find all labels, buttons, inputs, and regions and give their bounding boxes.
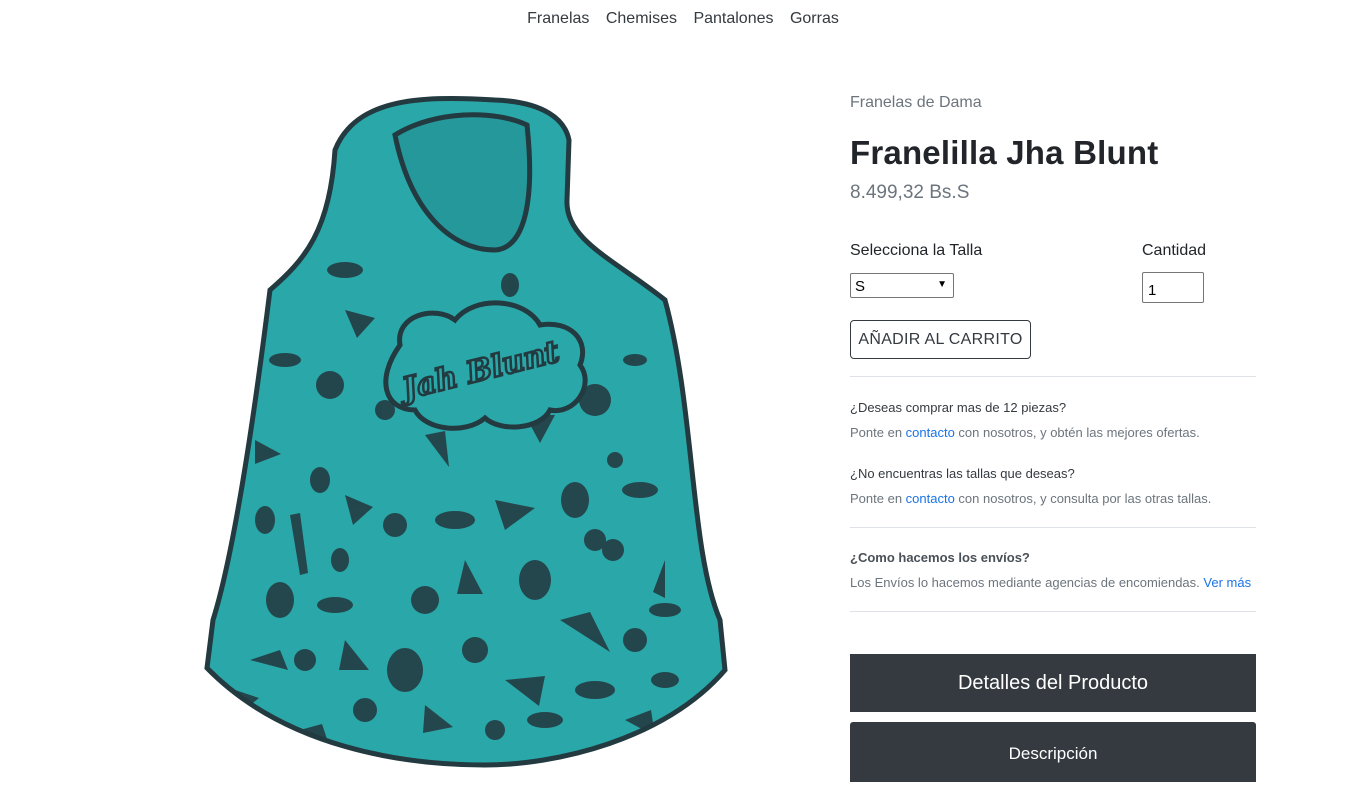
sizes-question: ¿No encuentras las tallas que deseas?	[850, 466, 1075, 481]
shipping-question: ¿Como hacemos los envíos?	[850, 550, 1030, 565]
contact-link-sizes[interactable]: contacto	[906, 491, 955, 506]
bulk-answer-suffix: con nosotros, y obtén las mejores oferta…	[954, 425, 1200, 440]
sizes-answer-suffix: con nosotros, y consulta por las otras t…	[954, 491, 1212, 506]
product-price: 8.499,32 Bs.S	[850, 182, 970, 203]
bulk-answer: Ponte en contacto con nosotros, y obtén …	[850, 425, 1200, 440]
nav-item-pantalones[interactable]: Pantalones	[693, 10, 773, 27]
caret-down-icon: ▼	[937, 279, 947, 290]
divider	[850, 376, 1256, 377]
nav-item-franelas[interactable]: Franelas	[527, 10, 589, 27]
size-select[interactable]: S ▼	[850, 273, 954, 298]
tank-top-illustration: Jah Blunt	[204, 96, 728, 768]
shipping-answer: Los Envíos lo hacemos mediante agencias …	[850, 575, 1251, 590]
size-label: Selecciona la Talla	[850, 242, 983, 259]
nav-item-chemises[interactable]: Chemises	[606, 10, 677, 27]
shipping-answer-text: Los Envíos lo hacemos mediante agencias …	[850, 575, 1204, 590]
add-to-cart-button[interactable]: AÑADIR AL CARRITO	[850, 320, 1031, 359]
quantity-label: Cantidad	[1142, 242, 1207, 259]
sizes-answer-prefix: Ponte en	[850, 491, 906, 506]
contact-link[interactable]: contacto	[906, 425, 955, 440]
see-more-link[interactable]: Ver más	[1203, 575, 1251, 590]
top-nav: Franelas Chemises Pantalones Gorras	[0, 10, 1366, 28]
nav-item-gorras[interactable]: Gorras	[790, 10, 839, 27]
bulk-answer-prefix: Ponte en	[850, 425, 906, 440]
description-panel[interactable]: Descripción	[850, 722, 1256, 782]
product-image: Jah Blunt	[195, 80, 740, 770]
quantity-input[interactable]	[1142, 272, 1204, 303]
product-category: Franelas de Dama	[850, 94, 982, 111]
product-details-panel[interactable]: Detalles del Producto	[850, 654, 1256, 712]
product-title: Franelilla Jha Blunt	[850, 134, 1159, 171]
divider	[850, 527, 1256, 528]
divider	[850, 611, 1256, 612]
bulk-question: ¿Deseas comprar mas de 12 piezas?	[850, 400, 1067, 415]
sizes-answer: Ponte en contacto con nosotros, y consul…	[850, 491, 1211, 506]
size-selected-value: S	[855, 278, 866, 295]
